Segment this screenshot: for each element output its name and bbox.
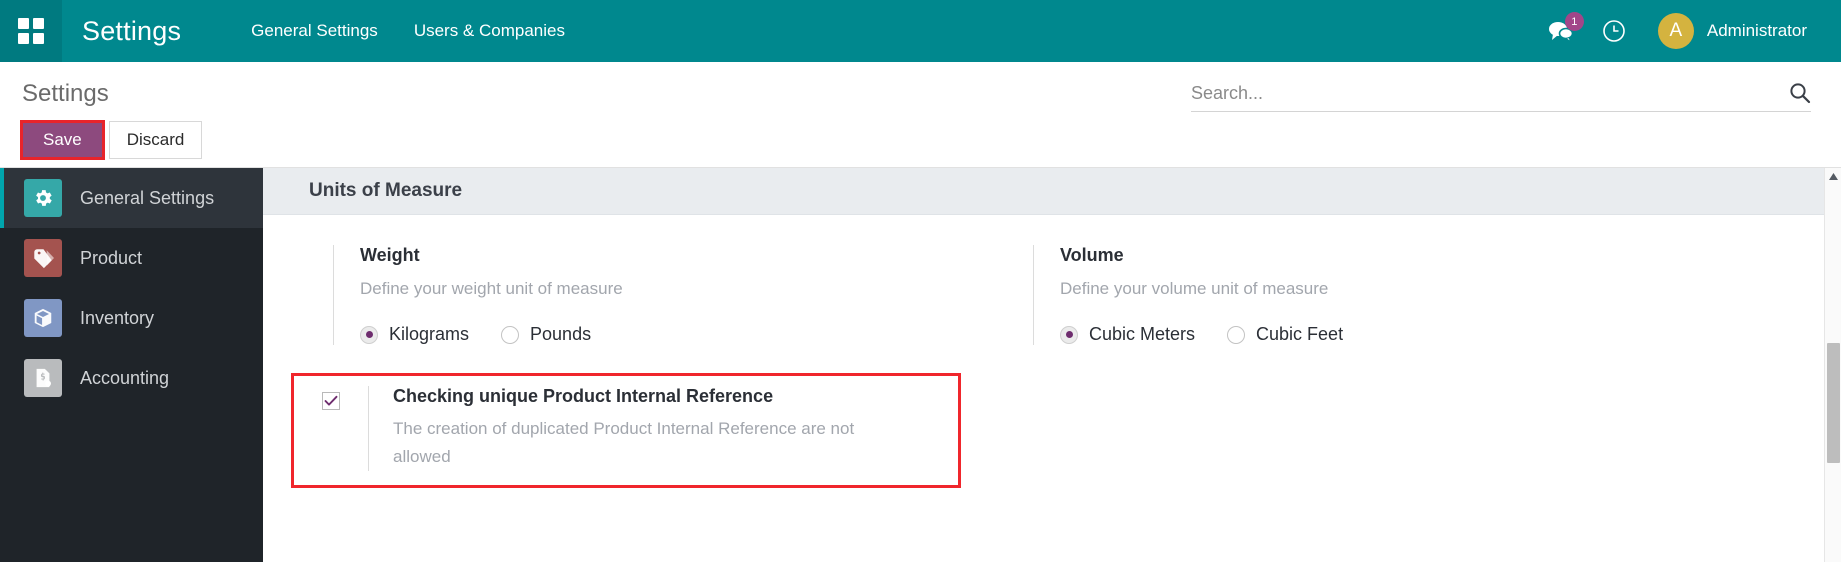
sidebar-item-label: Product	[80, 247, 143, 268]
search-bar	[1191, 82, 1811, 112]
search-icon[interactable]	[1779, 82, 1811, 104]
nav-link-general-settings[interactable]: General Settings	[233, 0, 396, 62]
nav-link-users-companies[interactable]: Users & Companies	[396, 0, 583, 62]
user-name-label: Administrator	[1706, 21, 1807, 40]
tag-icon	[24, 239, 62, 277]
user-menu[interactable]: A Administrator	[1640, 0, 1817, 62]
sidebar-item-general-settings[interactable]: General Settings	[0, 168, 263, 228]
setting-title: Volume	[1060, 245, 1124, 265]
activity-button[interactable]	[1588, 0, 1640, 62]
radio-label: Cubic Meters	[1089, 324, 1196, 345]
setting-unique-product-reference-highlight: Checking unique Product Internal Referen…	[291, 373, 961, 489]
sidebar-item-label: Accounting	[80, 367, 170, 388]
sidebar-item-inventory[interactable]: Inventory	[0, 288, 263, 348]
radio-option-pounds[interactable]: Pounds	[501, 324, 591, 345]
radio-option-cubic-meters[interactable]: Cubic Meters	[1060, 324, 1195, 345]
app-body: General Settings Product Inventory Accou…	[0, 168, 1841, 562]
radio-option-cubic-feet[interactable]: Cubic Feet	[1227, 324, 1343, 345]
radio-option-kilograms[interactable]: Kilograms	[360, 324, 469, 345]
radio-label: Pounds	[530, 324, 592, 345]
weight-radio-group: Kilograms Pounds	[360, 324, 1033, 345]
brand-title[interactable]: Settings	[82, 16, 181, 47]
setting-description: The creation of duplicated Product Inter…	[393, 419, 855, 467]
gear-icon	[24, 179, 62, 217]
scrollbar-thumb[interactable]	[1827, 343, 1840, 463]
box-icon	[24, 299, 62, 337]
radio-indicator[interactable]	[1060, 325, 1078, 344]
clock-activity-icon	[1602, 19, 1626, 43]
radio-indicator[interactable]	[360, 325, 378, 344]
control-panel: Settings Save Discard	[0, 62, 1841, 168]
sidebar-item-product[interactable]: Product	[0, 228, 263, 288]
radio-label: Kilograms	[389, 324, 470, 345]
checkbox-cell	[294, 386, 368, 471]
discard-button[interactable]: Discard	[108, 121, 203, 159]
search-input[interactable]	[1191, 82, 1779, 104]
action-buttons: Save Discard	[20, 120, 1841, 160]
setting-weight: Weight Define your weight unit of measur…	[333, 245, 1033, 346]
avatar: A	[1657, 13, 1694, 49]
save-button-highlight: Save	[20, 120, 105, 160]
content-scrollbar[interactable]	[1824, 168, 1841, 562]
scroll-up-arrow-icon[interactable]	[1825, 168, 1841, 185]
radio-indicator[interactable]	[1227, 325, 1246, 344]
setting-description: Define your weight unit of measure	[360, 279, 623, 298]
setting-title: Checking unique Product Internal Referen…	[393, 386, 774, 407]
setting-description: Define your volume unit of measure	[1060, 279, 1329, 298]
grid-apps-icon	[18, 18, 44, 44]
save-button[interactable]: Save	[23, 123, 102, 157]
top-navbar: Settings General Settings Users & Compan…	[0, 0, 1841, 62]
navbar-links: General Settings Users & Companies	[233, 0, 583, 62]
settings-rows: Weight Define your weight unit of measur…	[263, 215, 1841, 489]
navbar-right-group: 1 A Administrator	[1534, 0, 1841, 62]
settings-content: Units of Measure Weight Define your weig…	[263, 168, 1841, 562]
volume-radio-group: Cubic Meters Cubic Feet	[1060, 324, 1733, 345]
section-title-units-of-measure: Units of Measure	[263, 168, 1841, 215]
sidebar-item-accounting[interactable]: Accounting	[0, 348, 263, 408]
messages-button[interactable]: 1	[1534, 0, 1588, 62]
settings-sidebar: General Settings Product Inventory Accou…	[0, 168, 263, 562]
radio-indicator[interactable]	[501, 325, 520, 344]
radio-label: Cubic Feet	[1256, 324, 1344, 345]
invoice-dollar-icon	[24, 359, 62, 397]
sidebar-item-label: Inventory	[80, 307, 155, 328]
messages-badge: 1	[1564, 12, 1584, 31]
unique-reference-checkbox[interactable]	[322, 392, 340, 411]
setting-volume: Volume Define your volume unit of measur…	[1033, 245, 1733, 346]
setting-title: Weight	[360, 245, 420, 265]
checkbox-body: Checking unique Product Internal Referen…	[368, 386, 958, 472]
apps-menu-button[interactable]	[0, 0, 62, 62]
units-of-measure-row: Weight Define your weight unit of measur…	[263, 245, 1841, 346]
sidebar-item-label: General Settings	[80, 187, 215, 208]
